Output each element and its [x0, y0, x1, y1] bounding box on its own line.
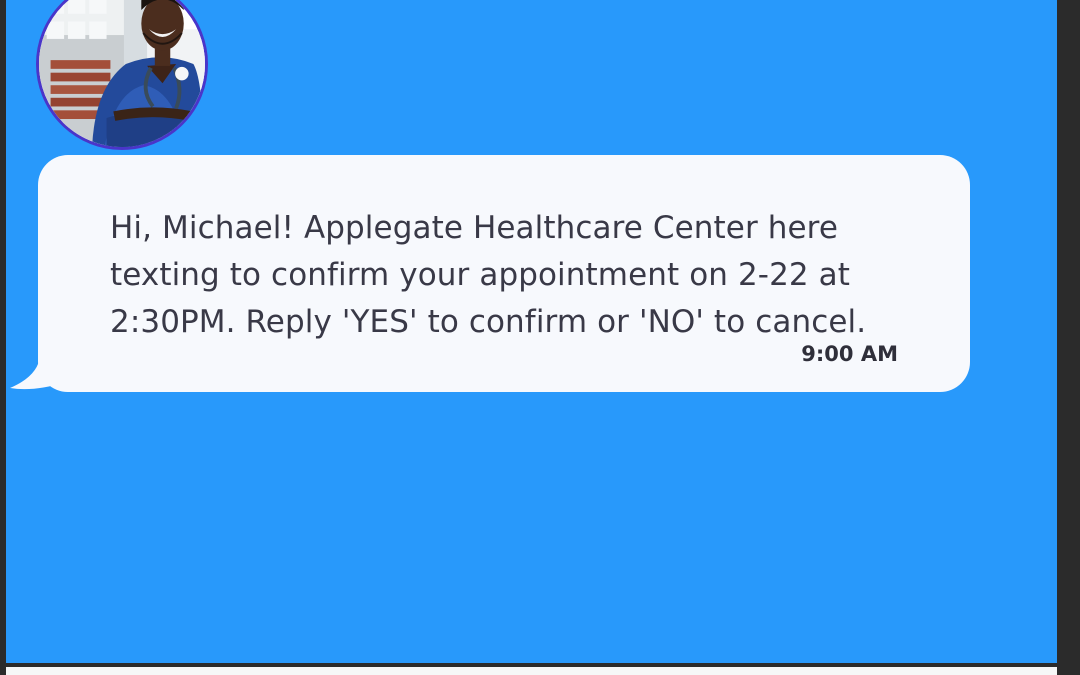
message-text: Hi, Michael! Applegate Healthcare Center… [110, 210, 867, 340]
bottom-strip [6, 667, 1057, 675]
doctor-avatar-icon [39, 0, 205, 147]
message-timestamp: 9:00 AM [801, 342, 898, 366]
right-frame-border [1057, 0, 1080, 663]
message-bubble-tail [10, 356, 66, 390]
